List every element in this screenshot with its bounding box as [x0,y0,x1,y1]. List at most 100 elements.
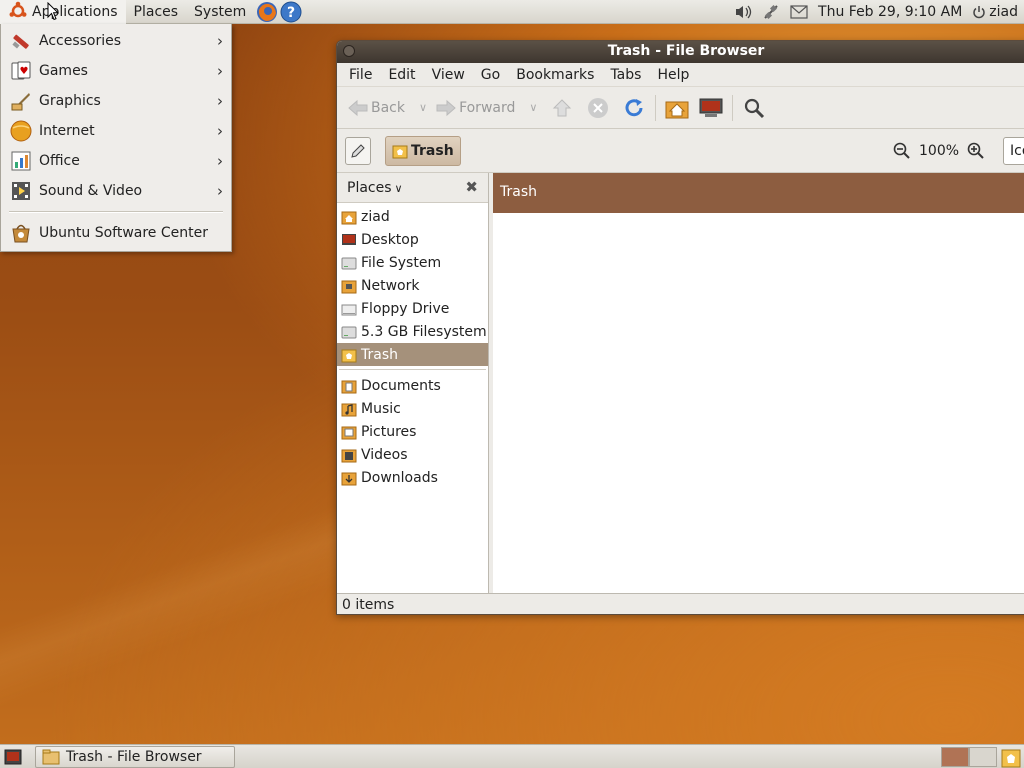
sidebar-item-pictures[interactable]: Pictures [337,420,488,443]
toolbar-separator [732,94,734,121]
stop-icon[interactable] [585,95,611,121]
window-titlebar[interactable]: Trash - File Browser [337,41,1024,63]
sidebar-header: Places ∨ ✖ [337,173,488,203]
taskbar-button-file-browser[interactable]: Trash - File Browser [35,746,235,768]
network-icon[interactable] [762,3,780,21]
mouse-cursor-icon [47,2,59,21]
places-menu-button[interactable]: Places [126,0,187,24]
sidebar-item-trash[interactable]: Trash [337,343,488,366]
up-icon[interactable] [549,95,575,121]
search-icon[interactable] [741,95,767,121]
downloads-folder-icon [341,472,357,485]
sidebar-separator [339,366,486,370]
window-menu-icon[interactable] [343,45,355,57]
chevron-right-icon: › [217,62,223,80]
workspace-1[interactable] [941,747,969,767]
sound-video-icon [12,182,30,200]
user-menu[interactable]: ziad [972,4,1018,20]
zoom-out-icon[interactable] [893,142,911,160]
floppy-icon [341,304,357,315]
sidebar-title-dropdown[interactable]: Places ∨ [347,180,403,196]
menu-item-internet[interactable]: Internet › [1,116,231,146]
menu-item-sound-video[interactable]: Sound & Video › [1,176,231,206]
view-mode-select[interactable]: Icons [1003,137,1024,165]
zoom-in-icon[interactable] [967,142,985,160]
back-button[interactable]: Back ∨ [345,95,427,121]
pictures-folder-icon [341,426,357,439]
network-folder-icon [341,280,357,293]
show-desktop-icon[interactable] [4,749,22,765]
chevron-right-icon: › [217,152,223,170]
edit-location-button[interactable] [345,136,371,165]
menu-separator [9,211,223,213]
system-menu-button[interactable]: System [186,0,254,24]
chevron-right-icon: › [217,122,223,140]
system-tray: Thu Feb 29, 9:10 AM ziad [734,0,1018,24]
menu-item-accessories[interactable]: Accessories › [1,26,231,56]
menu-file[interactable]: File [341,67,380,83]
workspace-switcher[interactable] [941,747,997,767]
menu-tabs[interactable]: Tabs [602,67,649,83]
svg-text:?: ? [287,5,295,21]
trash-icon[interactable] [1000,746,1022,768]
trash-icon [341,349,357,362]
computer-icon[interactable] [698,95,724,121]
reload-icon[interactable] [621,95,647,121]
menu-item-label: Ubuntu Software Center [39,225,208,241]
chevron-down-icon[interactable]: ∨ [529,101,537,114]
sidebar-item-filesystem-volume[interactable]: 5.3 GB Filesystem [337,320,488,343]
folder-icon [42,749,60,765]
home-icon[interactable] [664,95,690,121]
menu-item-label: Games [39,63,88,79]
power-icon [973,6,985,19]
sidebar-item-label: ziad [361,208,390,225]
sidebar-item-ziad[interactable]: ziad [337,205,488,228]
sidebar-item-downloads[interactable]: Downloads [337,466,488,489]
menu-item-label: Office [39,153,80,169]
pencil-icon [351,143,365,158]
sidebar-item-label: Desktop [361,231,419,248]
breadcrumb-label: Trash [411,142,454,159]
menu-go[interactable]: Go [473,67,508,83]
menu-bookmarks[interactable]: Bookmarks [508,67,602,83]
menu-item-label: Graphics [39,93,101,109]
menu-view[interactable]: View [424,67,473,83]
mail-icon[interactable] [790,3,808,21]
drive-icon [341,257,357,269]
documents-folder-icon [341,380,357,393]
help-icon[interactable]: ? [280,1,302,23]
back-label: Back [371,99,405,116]
sidebar-item-label: Music [361,400,401,417]
sidebar-item-music[interactable]: Music [337,397,488,420]
workspace-2[interactable] [969,747,997,767]
close-icon[interactable]: ✖ [465,178,478,196]
forward-button[interactable]: Forward ∨ [433,95,537,121]
menu-item-software-center[interactable]: Ubuntu Software Center [1,218,231,248]
applications-menu-button[interactable]: Applications [0,0,126,24]
places-sidebar: Places ∨ ✖ ziad Desktop File System Netwo… [337,173,489,593]
firefox-icon[interactable] [256,1,278,23]
menu-edit[interactable]: Edit [380,67,423,83]
sidebar-item-documents[interactable]: Documents [337,374,488,397]
clock[interactable]: Thu Feb 29, 9:10 AM [818,4,962,20]
software-center-icon [12,224,30,243]
sidebar-item-floppy[interactable]: Floppy Drive [337,297,488,320]
chevron-down-icon[interactable]: ∨ [419,101,427,114]
sidebar-item-desktop[interactable]: Desktop [337,228,488,251]
menu-help[interactable]: Help [649,67,697,83]
sidebar-item-file-system[interactable]: File System [337,251,488,274]
menu-item-games[interactable]: ♥ Games › [1,56,231,86]
sidebar-item-network[interactable]: Network [337,274,488,297]
drive-icon [341,326,357,338]
sidebar-item-label: Trash [361,346,398,363]
zoom-controls: 100% Icons [893,137,1024,165]
file-browser-window: Trash - File Browser File Edit View Go B… [336,40,1024,615]
breadcrumb-trash[interactable]: Trash [385,135,461,166]
user-name: ziad [989,4,1018,20]
volume-icon[interactable] [734,3,752,21]
file-view[interactable]: Trash [493,173,1024,593]
sidebar-item-videos[interactable]: Videos [337,443,488,466]
menu-item-office[interactable]: Office › [1,146,231,176]
sidebar-item-label: File System [361,254,442,271]
menu-item-graphics[interactable]: Graphics › [1,86,231,116]
